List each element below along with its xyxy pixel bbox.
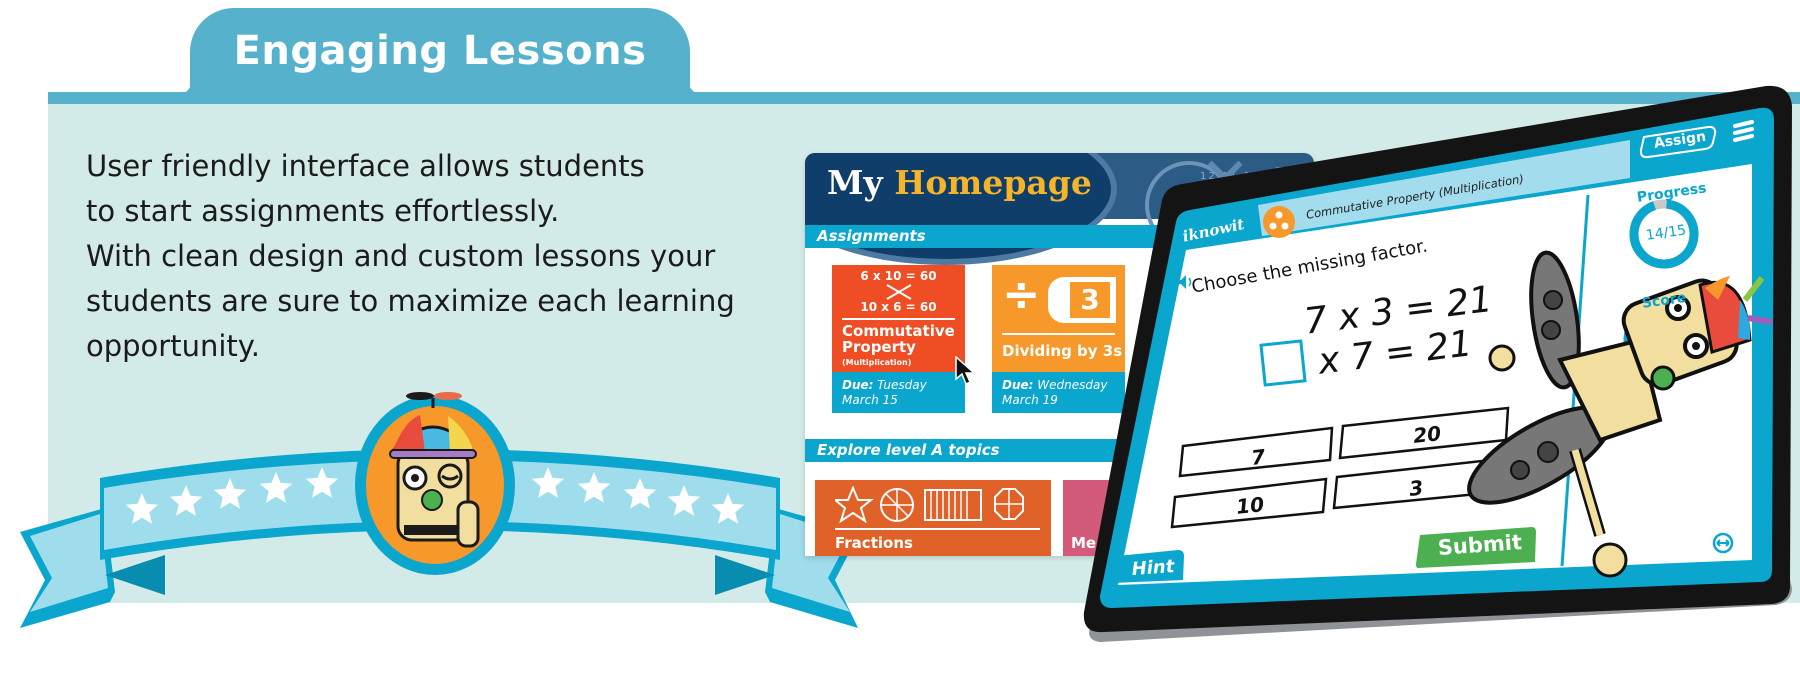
- answer-option-10[interactable]: 10: [1235, 492, 1265, 519]
- answer-option-20[interactable]: 20: [1412, 421, 1442, 448]
- tablet-device: [1083, 85, 1792, 642]
- hint-button[interactable]: Hint: [1131, 556, 1175, 580]
- answer-option-7[interactable]: 7: [1250, 445, 1266, 470]
- answer-option-3[interactable]: 3: [1408, 476, 1424, 501]
- lesson-icon: [1263, 206, 1295, 238]
